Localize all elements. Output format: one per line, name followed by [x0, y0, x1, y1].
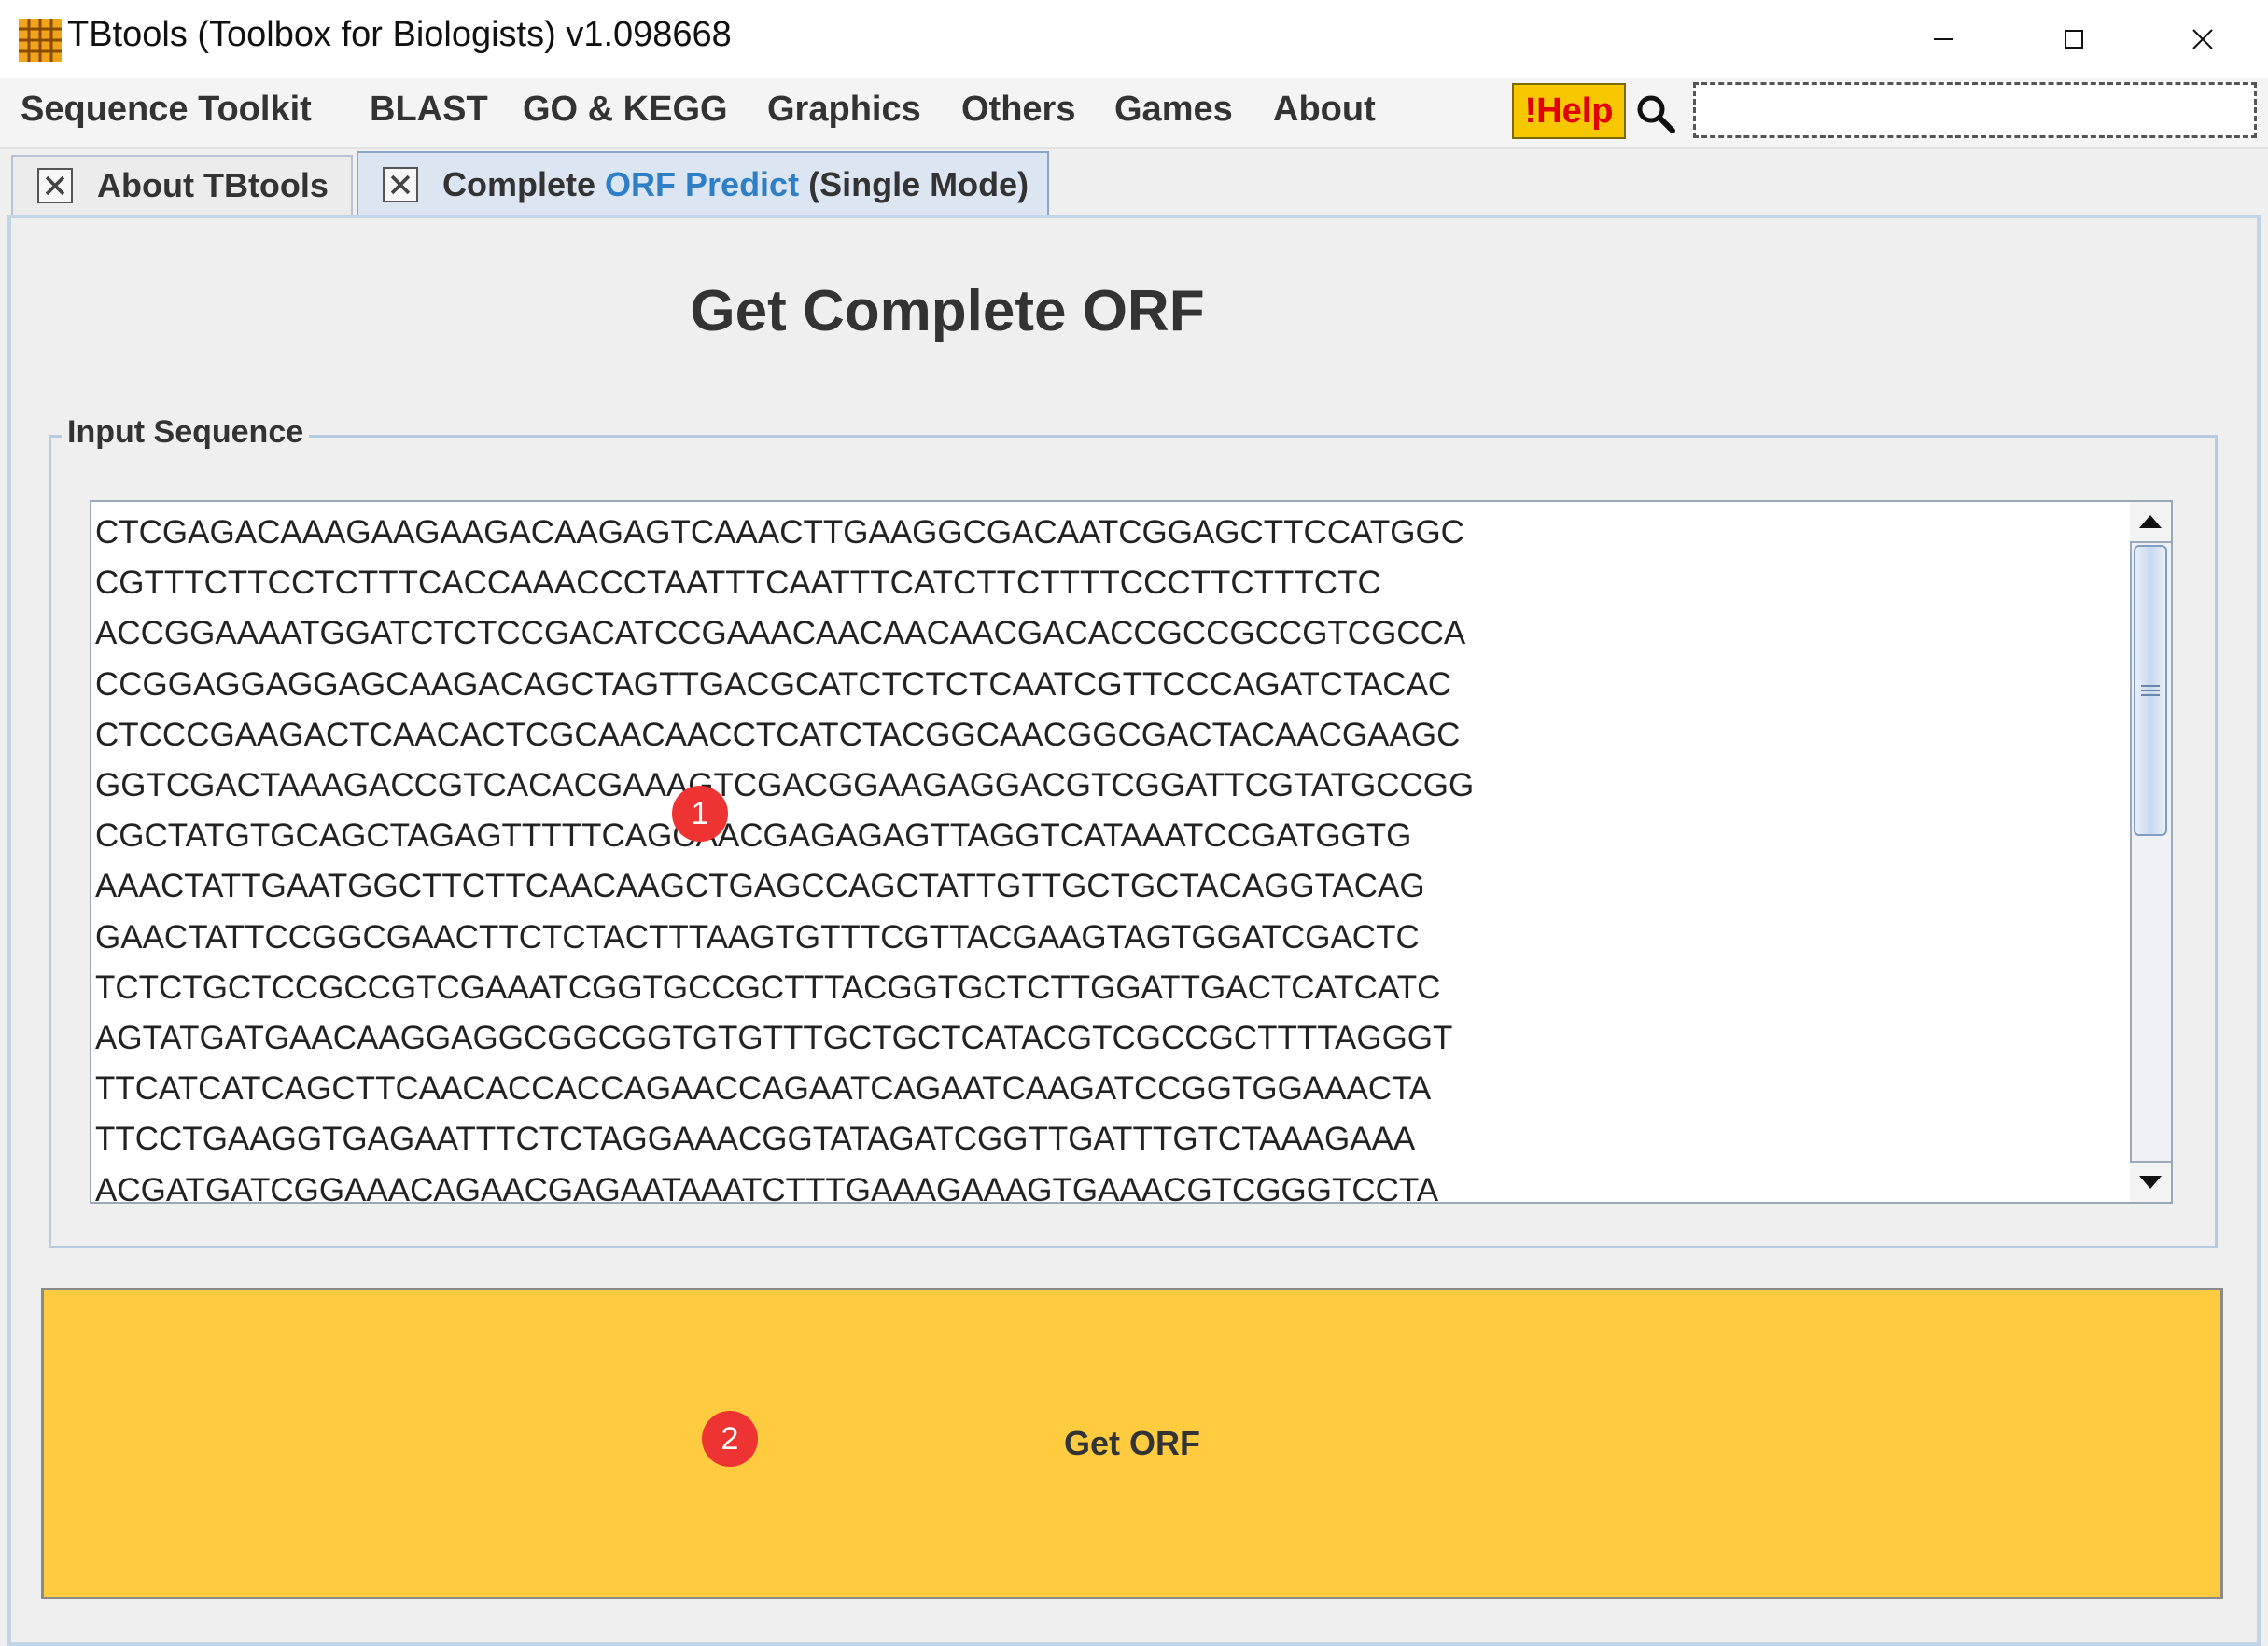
- search-icon[interactable]: [1635, 93, 1676, 134]
- tab-label: About TBtools: [97, 166, 329, 204]
- tab-about-tbtools[interactable]: About TBtools: [11, 155, 353, 215]
- maximize-button[interactable]: [2009, 0, 2139, 78]
- minimize-button[interactable]: [1878, 0, 2009, 78]
- tab-label-part1: Complete: [442, 165, 606, 203]
- menu-others[interactable]: Others: [961, 90, 1075, 130]
- menu-graphics[interactable]: Graphics: [767, 90, 921, 130]
- sequence-text: CTCGAGACAAAGAAGAAGACAAGAGTCAAACTTGAAGGCG…: [95, 514, 1475, 1204]
- close-icon: [2192, 29, 2213, 49]
- step-marker-2: 2: [702, 1411, 758, 1467]
- menu-games[interactable]: Games: [1114, 90, 1233, 130]
- menu-about[interactable]: About: [1273, 90, 1376, 130]
- tab-complete-orf-predict[interactable]: Complete ORF Predict (Single Mode): [357, 151, 1049, 216]
- scroll-down-button[interactable]: [2130, 1161, 2171, 1202]
- get-orf-button[interactable]: Get ORF: [41, 1288, 2223, 1599]
- maximize-icon: [2065, 30, 2083, 49]
- menu-go-kegg[interactable]: GO & KEGG: [523, 90, 728, 130]
- scroll-up-button[interactable]: [2130, 502, 2171, 543]
- tab-close-icon[interactable]: [37, 168, 73, 203]
- tab-label-highlight: ORF Predict: [605, 165, 800, 203]
- tab-label-part2: (Single Mode): [799, 165, 1029, 203]
- app-grid-icon: [19, 19, 62, 62]
- page-title: Get Complete ORF: [690, 279, 1205, 343]
- tab-label: Complete ORF Predict (Single Mode): [442, 165, 1029, 204]
- minimize-icon: [1934, 38, 1953, 40]
- window-title: TBtools (Toolbox for Biologists) v1.0986…: [67, 15, 732, 54]
- triangle-up-icon: [2139, 515, 2162, 528]
- search-input[interactable]: [1693, 82, 2257, 138]
- scrollbar-thumb[interactable]: [2134, 545, 2167, 836]
- menu-blast[interactable]: BLAST: [370, 90, 488, 130]
- menu-sequence-toolkit[interactable]: Sequence Toolkit: [21, 90, 312, 130]
- sequence-textarea[interactable]: CTCGAGACAAAGAAGAAGACAAGAGTCAAACTTGAAGGCG…: [90, 500, 2173, 1204]
- grip-icon: [2141, 685, 2160, 696]
- triangle-down-icon: [2139, 1176, 2162, 1189]
- help-button[interactable]: !Help: [1512, 83, 1626, 139]
- tab-close-icon[interactable]: [383, 167, 418, 202]
- group-title: Input Sequence: [62, 414, 310, 451]
- step-marker-1: 1: [672, 786, 728, 842]
- close-window-button[interactable]: [2137, 0, 2268, 78]
